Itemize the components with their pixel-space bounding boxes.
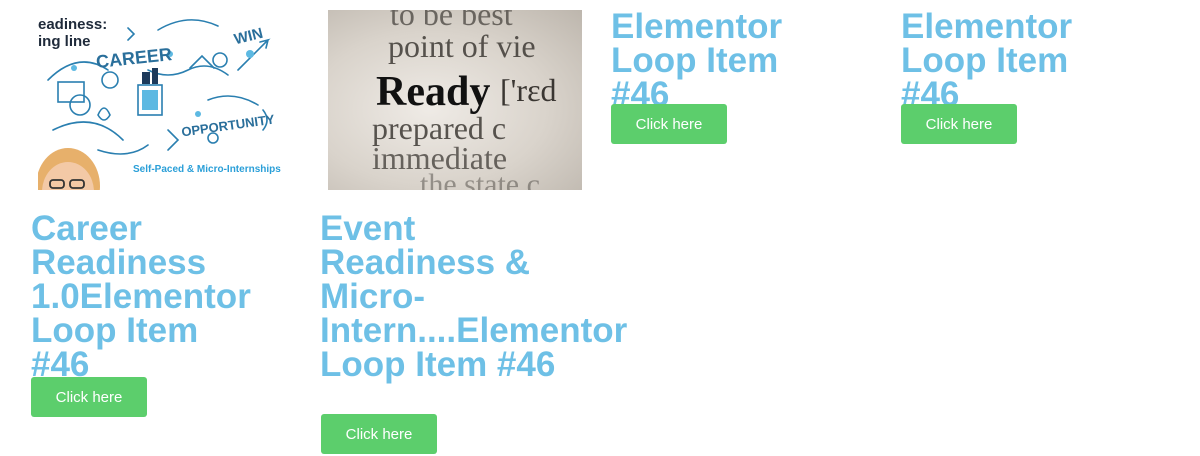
click-here-button[interactable]: Click here [611,104,727,144]
career-readiness-image[interactable]: eadiness: ing line CAREER WIN OPPORTUNIT… [38,10,290,190]
image-text-line: ['rɛd [500,72,557,108]
card-title[interactable]: Event Readiness & Micro- Intern....Eleme… [320,211,627,382]
card-title[interactable]: Career Readiness 1.0Elementor Loop Item … [31,211,251,382]
image-text-line: the state c [420,168,540,190]
image-text-ready: Ready [376,69,491,115]
card-title[interactable]: Elementor Loop Item #46 [611,9,782,112]
click-here-button[interactable]: Click here [31,377,147,417]
click-here-button[interactable]: Click here [321,414,437,454]
card-title[interactable]: Elementor Loop Item #46 [901,9,1072,112]
image-caption: Self-Paced & Micro-Internships [133,164,281,175]
click-here-button[interactable]: Click here [901,104,1017,144]
ready-dictionary-image[interactable]: to be best point of vie Ready ['rɛd prep… [328,10,582,190]
image-text-line2: ing line [38,33,91,50]
image-text-line: point of vie [388,28,536,64]
image-text-line1: eadiness: [38,16,108,33]
